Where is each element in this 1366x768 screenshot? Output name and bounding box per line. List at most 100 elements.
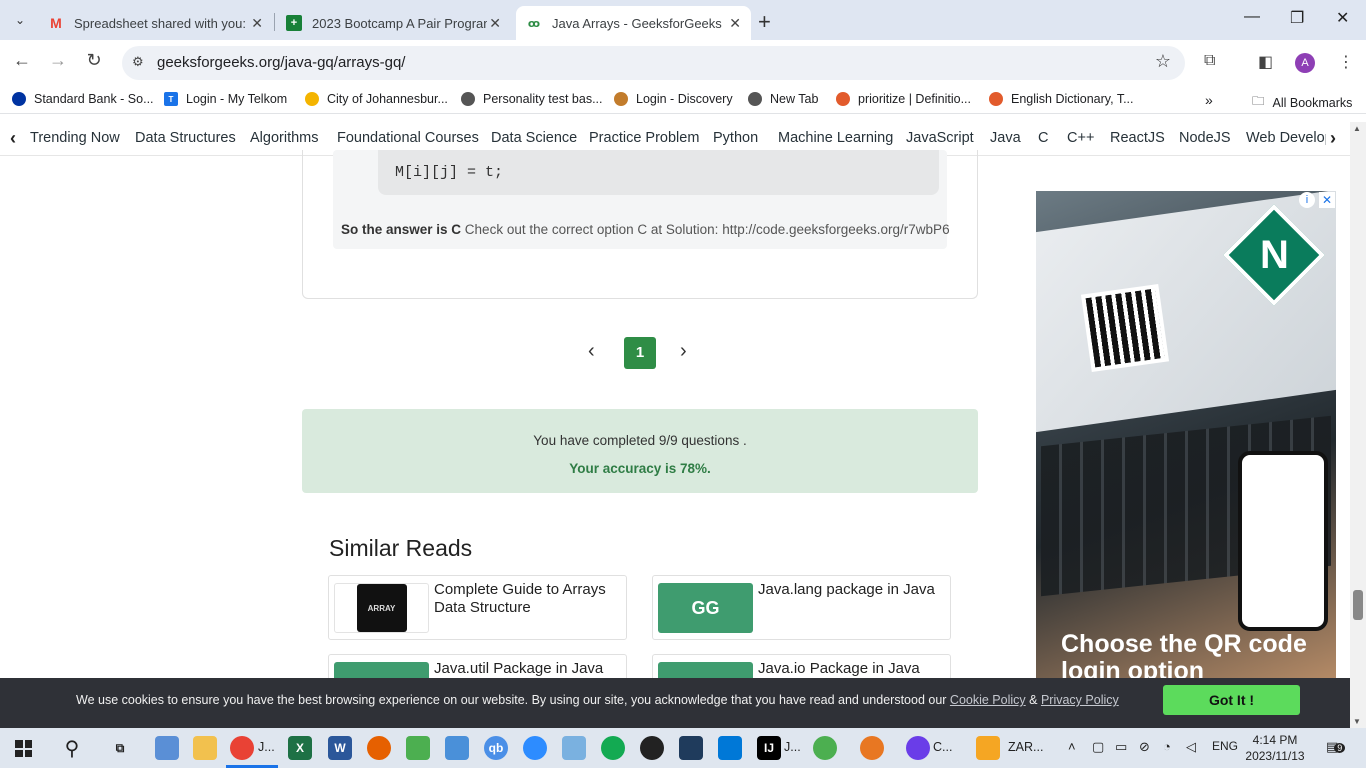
bookmark-discovery[interactable]: Login - Discovery xyxy=(614,92,733,106)
close-icon[interactable]: ✕ xyxy=(251,15,263,32)
device-icon[interactable]: ▢ xyxy=(1092,739,1104,755)
nav-c[interactable]: C xyxy=(1038,130,1048,146)
restore-icon[interactable]: ❐ xyxy=(1290,8,1304,28)
site-info-icon[interactable]: ⚙ xyxy=(132,54,144,70)
new-tab-icon[interactable]: + xyxy=(758,9,771,35)
scroll-down-icon[interactable]: ▼ xyxy=(1353,717,1361,726)
currency-icon[interactable] xyxy=(976,736,1000,760)
bookmark-standard-bank[interactable]: Standard Bank - So... xyxy=(12,92,154,106)
mysql-workbench-icon[interactable] xyxy=(679,736,703,760)
nav-trending-now[interactable]: Trending Now xyxy=(30,130,120,146)
reload-icon[interactable]: ↻ xyxy=(82,50,106,71)
nav-data-structures[interactable]: Data Structures xyxy=(135,130,236,146)
address-bar[interactable]: ⚙ geeksforgeeks.org/java-gq/arrays-gq/ ☆ xyxy=(122,46,1185,80)
scrollbar-thumb[interactable] xyxy=(1353,590,1363,620)
similar-read-card[interactable]: GG Java.lang package in Java xyxy=(652,575,951,640)
search-icon[interactable]: ⚲ xyxy=(60,736,84,760)
calculator-icon[interactable] xyxy=(445,736,469,760)
excel-icon[interactable]: X xyxy=(288,736,312,760)
scroll-up-icon[interactable]: ▲ xyxy=(1353,124,1361,133)
ad-close-icon[interactable]: ✕ xyxy=(1319,192,1335,208)
tab-geeksforgeeks[interactable]: ꝏ Java Arrays - GeeksforGeeks ✕ xyxy=(516,6,751,40)
nav-reactjs[interactable]: ReactJS xyxy=(1110,130,1165,146)
chrome-icon[interactable] xyxy=(230,736,254,760)
chevron-up-icon[interactable]: ˄ xyxy=(1068,739,1076,754)
article-title[interactable]: Java.io Package in Java xyxy=(758,660,948,678)
bookmark-english-dictionary[interactable]: English Dictionary, T... xyxy=(989,92,1134,106)
chevron-left-icon[interactable]: ‹ xyxy=(10,128,16,149)
network-off-icon[interactable]: ⊘ xyxy=(1139,739,1150,755)
vscode-icon[interactable] xyxy=(718,736,742,760)
notification-icon[interactable]: ▤9 xyxy=(1326,739,1346,755)
microphone-icon[interactable] xyxy=(860,736,884,760)
language-indicator[interactable]: ENG xyxy=(1212,739,1238,753)
bookmark-new-tab[interactable]: New Tab xyxy=(748,92,818,106)
got-it-button[interactable]: Got It ! xyxy=(1163,685,1300,715)
close-icon[interactable]: ✕ xyxy=(729,15,741,32)
nav-foundational-courses[interactable]: Foundational Courses xyxy=(337,130,479,146)
article-title[interactable]: Java.util Package in Java xyxy=(434,660,624,678)
ad-info-icon[interactable]: i xyxy=(1299,192,1315,208)
url-text[interactable]: geeksforgeeks.org/java-gq/arrays-gq/ xyxy=(157,54,405,71)
zoom-icon[interactable] xyxy=(523,736,547,760)
advertisement[interactable]: N i ✕ Choose the QR code login option xyxy=(1036,191,1336,678)
battery-icon[interactable]: ▭ xyxy=(1115,739,1127,755)
page-scrollbar[interactable]: ▲ ▼ xyxy=(1350,122,1366,728)
bookmark-prioritize[interactable]: prioritize | Definitio... xyxy=(836,92,971,106)
nav-python[interactable]: Python xyxy=(713,130,758,146)
copilot-icon[interactable] xyxy=(906,736,930,760)
extensions-icon[interactable]: ⧉ xyxy=(1204,52,1215,70)
window-close-icon[interactable]: ✕ xyxy=(1336,8,1349,28)
windows-start-icon[interactable] xyxy=(15,740,32,757)
nav-algorithms[interactable]: Algorithms xyxy=(250,130,319,146)
cookie-policy-link[interactable]: Cookie Policy xyxy=(950,693,1026,707)
notepad-icon[interactable] xyxy=(406,736,430,760)
nav-web-development[interactable]: Web Develop xyxy=(1246,130,1333,146)
virtualbox-icon[interactable] xyxy=(562,736,586,760)
task-view-icon[interactable]: ⧉ xyxy=(108,736,132,760)
chevron-right-icon[interactable]: › xyxy=(1326,128,1336,149)
mongodb-icon[interactable] xyxy=(601,736,625,760)
tab-gmail[interactable]: M Spreadsheet shared with you: '... ✕ xyxy=(38,6,273,40)
tab-search-icon[interactable]: ⌄ xyxy=(8,8,32,32)
page-current[interactable]: 1 xyxy=(624,337,656,369)
bookmark-telkom[interactable]: T Login - My Telkom xyxy=(164,92,287,106)
qbittorrent-icon[interactable]: qb xyxy=(484,736,508,760)
system-clock[interactable]: 4:14 PM 2023/11/13 xyxy=(1240,732,1310,764)
file-manager-icon[interactable] xyxy=(155,736,179,760)
intellij-icon[interactable]: IJ xyxy=(757,736,781,760)
nav-javascript[interactable]: JavaScript xyxy=(906,130,974,146)
article-title[interactable]: Java.lang package in Java xyxy=(758,581,948,599)
bookmark-star-icon[interactable]: ☆ xyxy=(1155,51,1171,72)
privacy-policy-link[interactable]: Privacy Policy xyxy=(1041,693,1119,707)
nav-practice-problem[interactable]: Practice Problem xyxy=(589,130,699,146)
firefox-icon[interactable] xyxy=(367,736,391,760)
article-title[interactable]: Complete Guide to Arrays Data Structure xyxy=(434,581,624,617)
back-icon[interactable]: ← xyxy=(10,50,34,71)
bookmarks-overflow-icon[interactable]: » xyxy=(1205,92,1213,108)
nav-data-science[interactable]: Data Science xyxy=(491,130,577,146)
profile-avatar[interactable]: A xyxy=(1295,53,1315,73)
nav-nodejs[interactable]: NodeJS xyxy=(1179,130,1231,146)
forward-icon[interactable]: → xyxy=(46,50,70,71)
tab-sheets[interactable]: + 2023 Bootcamp A Pair Program ✕ xyxy=(276,6,511,40)
next-page-icon[interactable]: › xyxy=(680,340,687,363)
menu-icon[interactable]: ⋮ xyxy=(1338,52,1354,72)
volume-icon[interactable]: ◁ xyxy=(1186,739,1196,755)
bookmark-personality[interactable]: Personality test bas... xyxy=(461,92,603,106)
similar-read-card[interactable]: ARRAY Complete Guide to Arrays Data Stru… xyxy=(328,575,627,640)
nav-machine-learning[interactable]: Machine Learning xyxy=(778,130,893,146)
nav-cpp[interactable]: C++ xyxy=(1067,130,1094,146)
nav-java[interactable]: Java xyxy=(990,130,1021,146)
word-icon[interactable]: W xyxy=(328,736,352,760)
obs-icon[interactable] xyxy=(640,736,664,760)
bookmark-joburg[interactable]: City of Johannesbur... xyxy=(305,92,448,106)
prev-page-icon[interactable]: ‹ xyxy=(588,340,595,363)
side-panel-icon[interactable]: ◧ xyxy=(1258,52,1273,72)
close-icon[interactable]: ✕ xyxy=(489,15,501,32)
minimize-icon[interactable]: — xyxy=(1244,8,1260,26)
all-bookmarks[interactable]: 🗀 All Bookmarks xyxy=(1252,92,1352,113)
sequel-app-icon[interactable] xyxy=(813,736,837,760)
file-explorer-icon[interactable] xyxy=(193,736,217,760)
wifi-icon[interactable]: ◔ xyxy=(1163,739,1171,754)
